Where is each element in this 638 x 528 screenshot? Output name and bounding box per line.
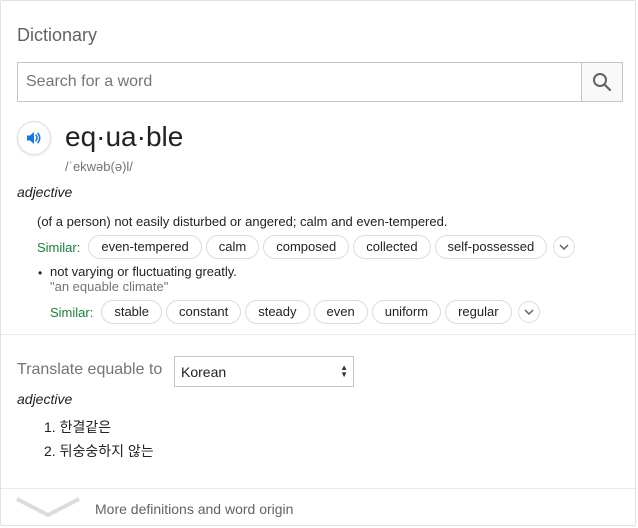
- translation-item: 1. 한결같은: [44, 419, 112, 435]
- expand-similar-button[interactable]: [553, 236, 576, 258]
- pronunciation-button[interactable]: [17, 121, 51, 155]
- translate-part-of-speech: adjective: [17, 391, 73, 407]
- more-definitions-label: More definitions and word origin: [95, 501, 294, 517]
- select-arrows-icon: ▲ ▼: [340, 363, 348, 379]
- part-of-speech: adjective: [17, 184, 73, 200]
- similar-label: Similar:: [37, 239, 81, 255]
- similar-label: Similar:: [50, 304, 94, 320]
- similar-chip[interactable]: collected: [353, 235, 431, 259]
- similar-chip[interactable]: regular: [445, 300, 512, 324]
- search-input[interactable]: [18, 63, 581, 101]
- similar-chip[interactable]: uniform: [371, 300, 442, 324]
- similar-chip[interactable]: composed: [263, 235, 350, 259]
- language-select[interactable]: Korean ▲ ▼: [174, 356, 354, 387]
- dictionary-card: Dictionary eq·ua·ble /ˈekwəb(ə)l/ adject…: [0, 0, 637, 527]
- card-title: Dictionary: [17, 25, 98, 45]
- chevron-down-icon: [559, 244, 569, 250]
- definition-1: (of a person) not easily disturbed or an…: [37, 214, 448, 229]
- similar-chip[interactable]: stable: [101, 300, 163, 324]
- search-button[interactable]: [581, 63, 622, 101]
- definition-2: not varying or fluctuating greatly.: [50, 264, 237, 279]
- search-icon: [593, 73, 612, 92]
- more-definitions-button[interactable]: More definitions and word origin: [1, 489, 637, 527]
- headword: eq·ua·ble: [65, 121, 184, 152]
- translate-label: Translate equable to: [17, 361, 163, 378]
- chevron-down-icon: [524, 309, 534, 315]
- phonetic: /ˈekwəb(ə)l/: [65, 159, 133, 174]
- chevron-down-icon: [16, 497, 80, 517]
- similar-chip[interactable]: constant: [166, 300, 242, 324]
- language-select-value: Korean: [181, 363, 227, 380]
- similar-chip[interactable]: self-possessed: [434, 235, 548, 259]
- search-box: [17, 62, 623, 102]
- similar-row-1: Similar: even-tempered calm composed col…: [37, 235, 576, 259]
- divider: [1, 334, 637, 335]
- similar-chip[interactable]: even: [313, 300, 368, 324]
- similar-chip[interactable]: calm: [205, 235, 260, 259]
- similar-chip[interactable]: even-tempered: [88, 235, 202, 259]
- example-2: "an equable climate": [50, 279, 169, 294]
- similar-chip[interactable]: steady: [245, 300, 310, 324]
- similar-row-2: Similar: stable constant steady even uni…: [50, 300, 540, 324]
- speaker-icon: [27, 132, 41, 144]
- expand-similar-button[interactable]: [517, 301, 540, 323]
- bullet-icon: •: [38, 266, 43, 280]
- translation-item: 2. 뒤숭숭하지 않는: [44, 443, 154, 459]
